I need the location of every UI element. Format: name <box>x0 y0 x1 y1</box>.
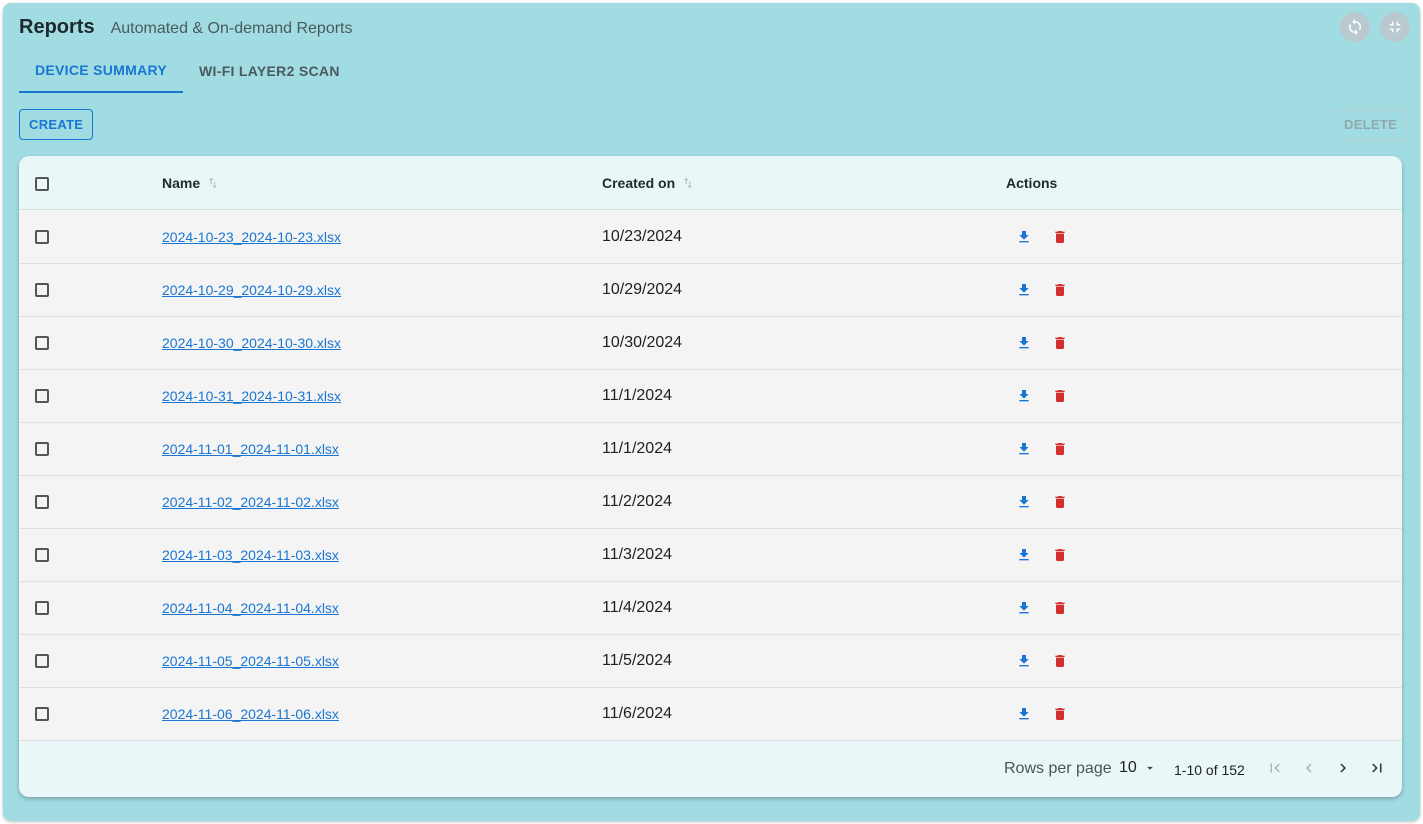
sort-icon[interactable] <box>206 176 220 190</box>
trash-icon[interactable] <box>1051 705 1069 723</box>
table-body: 2024-10-23_2024-10-23.xlsx 10/23/2024 20… <box>19 211 1402 741</box>
download-icon[interactable] <box>1015 599 1033 617</box>
create-button[interactable]: CREATE <box>19 109 94 140</box>
download-icon[interactable] <box>1015 440 1033 458</box>
page-title: Reports <box>19 16 95 38</box>
created-on-value: 11/1/2024 <box>602 387 672 404</box>
download-icon[interactable] <box>1015 546 1033 564</box>
chevron-left-icon <box>1306 763 1312 773</box>
trash-icon[interactable] <box>1051 281 1069 299</box>
report-file-link[interactable]: 2024-10-29_2024-10-29.xlsx <box>162 282 341 298</box>
trash-icon[interactable] <box>1051 440 1069 458</box>
created-on-value: 11/5/2024 <box>602 652 672 669</box>
table-row: 2024-11-06_2024-11-06.xlsx 11/6/2024 <box>19 688 1402 741</box>
tab-wifi-layer2-scan[interactable]: WI-FI LAYER2 SCAN <box>183 48 356 93</box>
rows-per-page-label: Rows per page <box>1004 760 1112 777</box>
trash-icon[interactable] <box>1051 228 1069 246</box>
created-on-value: 11/4/2024 <box>602 599 672 616</box>
table-row: 2024-11-01_2024-11-01.xlsx 11/1/2024 <box>19 423 1402 476</box>
collapse-button[interactable] <box>1380 12 1410 42</box>
row-checkbox[interactable] <box>35 230 49 244</box>
first-page-button[interactable] <box>1264 757 1286 779</box>
rows-per-page-select[interactable]: 10 <box>1119 759 1157 777</box>
download-icon[interactable] <box>1015 334 1033 352</box>
download-icon[interactable] <box>1015 281 1033 299</box>
created-on-value: 11/3/2024 <box>602 546 672 563</box>
trash-icon[interactable] <box>1051 334 1069 352</box>
last-page-icon <box>1372 763 1382 773</box>
column-created-on-label: Created on <box>602 175 676 191</box>
page-header: Reports Automated & On-demand Reports <box>19 16 352 42</box>
trash-icon[interactable] <box>1051 652 1069 670</box>
column-name-label: Name <box>162 175 201 191</box>
refresh-icon <box>1349 18 1361 36</box>
trash-icon[interactable] <box>1051 546 1069 564</box>
select-all-checkbox[interactable] <box>35 177 49 191</box>
pagination-range: 1-10 of 152 <box>1174 762 1245 778</box>
refresh-button[interactable] <box>1340 12 1370 42</box>
page-subtitle: Automated & On-demand Reports <box>110 20 353 37</box>
download-icon[interactable] <box>1015 387 1033 405</box>
download-icon[interactable] <box>1015 652 1033 670</box>
report-file-link[interactable]: 2024-11-04_2024-11-04.xlsx <box>162 600 339 616</box>
rows-per-page-value: 10 <box>1119 759 1137 776</box>
table-row: 2024-11-03_2024-11-03.xlsx 11/3/2024 <box>19 529 1402 582</box>
trash-icon[interactable] <box>1051 493 1069 511</box>
created-on-value: 11/1/2024 <box>602 440 672 457</box>
trash-icon[interactable] <box>1051 387 1069 405</box>
table-pagination: Rows per page 10 1-10 of 152 <box>19 741 1402 797</box>
download-icon[interactable] <box>1015 705 1033 723</box>
created-on-value: 10/29/2024 <box>602 281 683 298</box>
sort-icon[interactable] <box>681 176 695 190</box>
table-header: Name Created on Actions <box>19 156 1402 210</box>
report-file-link[interactable]: 2024-10-23_2024-10-23.xlsx <box>162 229 341 245</box>
download-icon[interactable] <box>1015 493 1033 511</box>
table-row: 2024-11-02_2024-11-02.xlsx 11/2/2024 <box>19 476 1402 529</box>
report-file-link[interactable]: 2024-10-30_2024-10-30.xlsx <box>162 335 341 351</box>
collapse-icon <box>1389 21 1401 33</box>
table-row: 2024-11-05_2024-11-05.xlsx 11/5/2024 <box>19 635 1402 688</box>
tab-device-summary[interactable]: DEVICE SUMMARY <box>19 48 184 93</box>
reports-panel: Reports Automated & On-demand Reports DE… <box>3 3 1420 821</box>
download-icon[interactable] <box>1015 228 1033 246</box>
report-tabs: DEVICE SUMMARY WI-FI LAYER2 SCAN <box>19 48 356 93</box>
first-page-icon <box>1270 763 1280 773</box>
report-file-link[interactable]: 2024-11-06_2024-11-06.xlsx <box>162 706 339 722</box>
last-page-button[interactable] <box>1366 757 1388 779</box>
row-checkbox[interactable] <box>35 336 49 350</box>
table-row: 2024-11-04_2024-11-04.xlsx 11/4/2024 <box>19 582 1402 635</box>
table-row: 2024-10-30_2024-10-30.xlsx 10/30/2024 <box>19 317 1402 370</box>
column-actions-label: Actions <box>1006 175 1058 191</box>
report-file-link[interactable]: 2024-11-01_2024-11-01.xlsx <box>162 441 339 457</box>
created-on-value: 10/30/2024 <box>602 334 683 351</box>
chevron-right-icon <box>1340 763 1346 773</box>
report-file-link[interactable]: 2024-11-05_2024-11-05.xlsx <box>162 653 339 669</box>
report-file-link[interactable]: 2024-10-31_2024-10-31.xlsx <box>162 388 341 404</box>
created-on-value: 10/23/2024 <box>602 228 683 245</box>
caret-down-icon <box>1146 766 1153 770</box>
previous-page-button[interactable] <box>1298 757 1320 779</box>
table-row: 2024-10-29_2024-10-29.xlsx 10/29/2024 <box>19 264 1402 317</box>
table-row: 2024-10-23_2024-10-23.xlsx 10/23/2024 <box>19 211 1402 264</box>
report-file-link[interactable]: 2024-11-03_2024-11-03.xlsx <box>162 547 339 563</box>
row-checkbox[interactable] <box>35 601 49 615</box>
column-header-name[interactable]: Name <box>162 156 220 210</box>
column-header-created-on[interactable]: Created on <box>602 156 695 210</box>
row-checkbox[interactable] <box>35 442 49 456</box>
row-checkbox[interactable] <box>35 654 49 668</box>
report-file-link[interactable]: 2024-11-02_2024-11-02.xlsx <box>162 494 339 510</box>
row-checkbox[interactable] <box>35 389 49 403</box>
trash-icon[interactable] <box>1051 599 1069 617</box>
row-checkbox[interactable] <box>35 283 49 297</box>
row-checkbox[interactable] <box>35 495 49 509</box>
reports-table: Name Created on Actions 2024-10-23_2024-… <box>19 156 1402 797</box>
created-on-value: 11/2/2024 <box>602 493 672 510</box>
delete-button[interactable]: DELETE <box>1334 109 1408 140</box>
row-checkbox[interactable] <box>35 548 49 562</box>
table-row: 2024-10-31_2024-10-31.xlsx 11/1/2024 <box>19 370 1402 423</box>
created-on-value: 11/6/2024 <box>602 705 672 722</box>
column-header-actions: Actions <box>1006 156 1057 210</box>
row-checkbox[interactable] <box>35 707 49 721</box>
next-page-button[interactable] <box>1332 757 1354 779</box>
